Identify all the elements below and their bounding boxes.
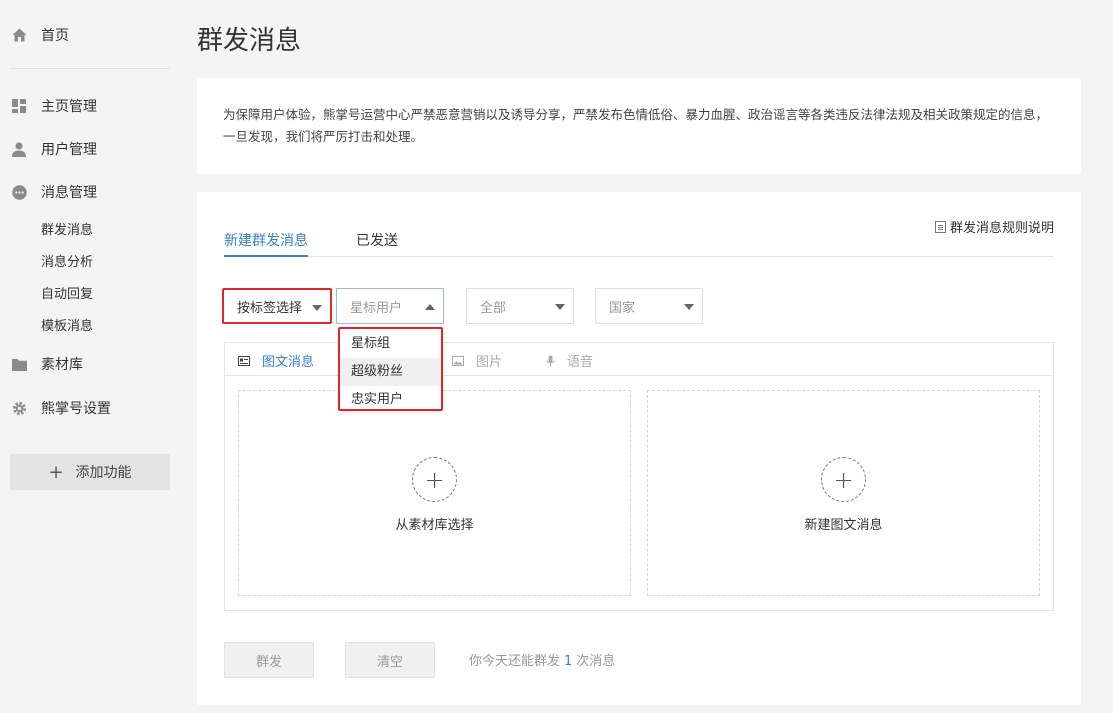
- microphone-icon: [546, 355, 555, 367]
- plus-icon: +: [821, 457, 866, 502]
- new-article-area[interactable]: + 新建图文消息: [647, 390, 1040, 596]
- sidebar-item-label: 熊掌号设置: [41, 401, 111, 417]
- tab-sent[interactable]: 已发送: [356, 230, 398, 257]
- sidebar-item-message-management[interactable]: 消息管理: [10, 180, 97, 204]
- sidebar-divider: [10, 68, 170, 69]
- tag-select-value: 按标签选择: [237, 300, 303, 316]
- add-function-label: 添加功能: [75, 465, 132, 481]
- tag-select-dropdown[interactable]: 按标签选择: [222, 288, 332, 324]
- article-icon: [238, 355, 250, 366]
- folder-icon: [10, 355, 28, 373]
- tab-new-broadcast[interactable]: 新建群发消息: [224, 230, 308, 257]
- quota-count: 1: [564, 654, 573, 669]
- tab-voice[interactable]: 语音: [546, 351, 593, 370]
- sidebar-item-settings[interactable]: 熊掌号设置: [10, 396, 111, 420]
- sidebar-item-label: 用户管理: [41, 142, 97, 158]
- country-select-value: 国家: [609, 300, 636, 316]
- broadcast-send-button[interactable]: 群发: [224, 642, 314, 678]
- caret-down-icon: [555, 304, 565, 310]
- tab-article-message[interactable]: 图文消息: [238, 351, 314, 370]
- star-user-dropdown-menu: 星标组 超级粉丝 忠实用户: [338, 327, 443, 411]
- sidebar-item-label: 首页: [41, 28, 69, 44]
- caret-up-icon: [425, 304, 435, 310]
- sidebar-item-label: 消息管理: [41, 185, 97, 201]
- broadcast-panel: 群发消息规则说明 新建群发消息 已发送 按标签选择 星标用户 全部 国家 星标组…: [197, 192, 1081, 705]
- page-title: 群发消息: [197, 26, 302, 56]
- policy-notice: 为保障用户体验，熊掌号运营中心严禁恶意营销以及诱导分享，严禁发布色情低俗、暴力血…: [197, 78, 1081, 174]
- all-select[interactable]: 全部: [466, 288, 574, 324]
- star-user-select-value: 星标用户: [350, 300, 403, 316]
- sidebar: 首页 主页管理 用户管理 消息管理 群发消息 消息分析 自动回复 模板消息 素材…: [0, 0, 185, 713]
- clear-button[interactable]: 清空: [345, 642, 435, 678]
- sidebar-item-label: 主页管理: [41, 99, 97, 115]
- add-function-button[interactable]: + 添加功能: [10, 454, 170, 490]
- home-icon: [10, 26, 28, 44]
- star-user-select[interactable]: 星标用户: [336, 288, 444, 324]
- dropdown-option-super-fans[interactable]: 超级粉丝: [340, 358, 441, 386]
- tab-image[interactable]: 图片: [452, 351, 502, 370]
- broadcast-quota: 你今天还能群发 1 次消息: [469, 650, 615, 669]
- quota-suffix: 次消息: [576, 654, 616, 669]
- plus-icon: +: [48, 461, 64, 483]
- sidebar-subitem-broadcast[interactable]: 群发消息: [41, 219, 93, 238]
- new-article-label: 新建图文消息: [804, 518, 883, 533]
- dashboard-icon: [10, 97, 28, 115]
- caret-down-icon: [312, 305, 322, 311]
- select-from-library-area[interactable]: + 从素材库选择: [238, 390, 631, 596]
- sidebar-subitem-template-message[interactable]: 模板消息: [41, 315, 93, 334]
- sidebar-item-home[interactable]: 首页: [10, 23, 69, 47]
- select-from-library-label: 从素材库选择: [395, 518, 474, 533]
- user-icon: [10, 140, 28, 158]
- sidebar-subitem-auto-reply[interactable]: 自动回复: [41, 283, 93, 302]
- sidebar-subitem-message-analysis[interactable]: 消息分析: [41, 251, 93, 270]
- dropdown-option-loyal-users[interactable]: 忠实用户: [340, 386, 441, 414]
- quota-prefix: 你今天还能群发: [469, 654, 561, 669]
- dropdown-option-star-group[interactable]: 星标组: [340, 330, 441, 358]
- caret-down-icon: [684, 304, 694, 310]
- country-select[interactable]: 国家: [595, 288, 703, 324]
- chat-bubble-icon: [10, 183, 28, 201]
- plus-icon: +: [412, 457, 457, 502]
- tab-image-label: 图片: [476, 355, 503, 370]
- all-select-value: 全部: [480, 300, 507, 316]
- gear-icon: [10, 399, 28, 417]
- sidebar-item-material-library[interactable]: 素材库: [10, 352, 83, 376]
- sidebar-item-homepage-management[interactable]: 主页管理: [10, 94, 97, 118]
- sidebar-item-user-management[interactable]: 用户管理: [10, 137, 97, 161]
- sidebar-item-label: 素材库: [41, 357, 83, 373]
- policy-notice-text: 为保障用户体验，熊掌号运营中心严禁恶意营销以及诱导分享，严禁发布色情低俗、暴力血…: [223, 107, 1049, 144]
- tab-voice-label: 语音: [567, 355, 594, 370]
- image-icon: [452, 355, 464, 366]
- broadcast-tabs: 新建群发消息 已发送: [224, 228, 1054, 257]
- tab-article-label: 图文消息: [262, 355, 315, 370]
